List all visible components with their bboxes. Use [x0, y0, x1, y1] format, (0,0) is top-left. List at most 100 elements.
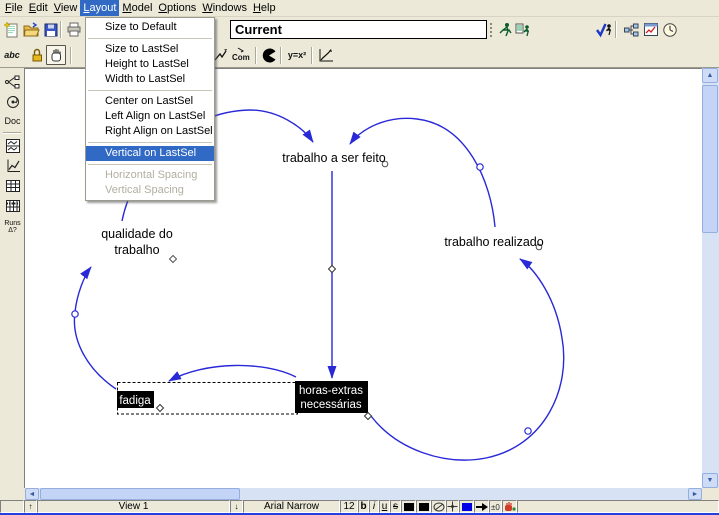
arrow-workdone-to-worktodo[interactable]: [350, 118, 495, 227]
lock-tool[interactable]: [27, 45, 47, 65]
arrow-overtime-to-workdone[interactable]: [371, 259, 564, 460]
status-filler: [517, 500, 719, 513]
menu-edit[interactable]: Edit: [26, 0, 51, 16]
menu-windows[interactable]: Windows: [199, 0, 250, 16]
menu-item-left-align-on-lastsel[interactable]: Left Align on LastSel: [86, 109, 214, 124]
view-down-button[interactable]: ↓: [230, 500, 243, 513]
abc-tool-icon: abc: [4, 50, 20, 60]
font-name-field[interactable]: Arial Narrow: [243, 500, 340, 513]
scroll-left-button[interactable]: ◄: [25, 488, 39, 500]
arrow-fatigue-to-quality[interactable]: [74, 267, 116, 389]
menu-item-width-to-lastsel[interactable]: Width to LastSel: [86, 72, 214, 87]
horizontal-scrollbar[interactable]: ◄ ►: [25, 488, 702, 500]
node-trabalho-a-ser-feito[interactable]: trabalho a ser feito: [282, 151, 386, 165]
crosshair-icon: [447, 501, 458, 512]
simulate-setup-button[interactable]: [513, 20, 533, 40]
node-horas-extras-line2[interactable]: necessárias: [300, 399, 362, 411]
text-color-swatch[interactable]: [401, 500, 416, 513]
new-model-button[interactable]: [2, 20, 22, 40]
node-qualidade-line2[interactable]: trabalho: [114, 243, 159, 257]
arrow-color-swatch[interactable]: [459, 500, 474, 513]
node-handle-diamond[interactable]: [157, 405, 164, 412]
shape-icon: [433, 502, 445, 512]
strip-graph-icon: [5, 138, 21, 154]
variable-tool[interactable]: abc: [2, 45, 22, 65]
table-icon: [5, 178, 21, 194]
runs-compare-button[interactable]: Runs Δ?: [2, 216, 23, 238]
delete-tool[interactable]: [259, 45, 279, 65]
menu-view[interactable]: View: [51, 0, 81, 16]
table-button[interactable]: [2, 176, 23, 195]
font-size-field[interactable]: 12: [340, 500, 358, 513]
menu-item-horizontal-spacing[interactable]: Horizontal Spacing: [86, 168, 214, 183]
menu-separator: [88, 38, 212, 39]
hscroll-thumb[interactable]: [40, 488, 240, 500]
menu-item-size-to-default[interactable]: Size to Default: [86, 20, 214, 35]
uses-tree-button[interactable]: [2, 92, 23, 111]
time-axis-button[interactable]: [660, 20, 680, 40]
polarity-selector[interactable]: ±0: [489, 500, 502, 513]
shadow-variable-tool[interactable]: [212, 45, 232, 65]
clock-icon: [662, 22, 678, 38]
dataset-combo[interactable]: [230, 20, 487, 39]
underline-button[interactable]: u: [379, 500, 390, 513]
menu-layout[interactable]: Layout: [80, 0, 119, 16]
causes-strip-button[interactable]: [2, 136, 23, 155]
comment-tool[interactable]: Com: [230, 45, 252, 65]
toolbar-separator: [280, 47, 282, 64]
menu-help[interactable]: Help: [250, 0, 279, 16]
italic-button[interactable]: i: [369, 500, 379, 513]
hand-icon: [48, 47, 64, 63]
strikethrough-button[interactable]: s: [390, 500, 401, 513]
arrow-overtime-to-fatigue[interactable]: [169, 365, 296, 381]
node-trabalho-realizado[interactable]: trabalho realizado: [444, 235, 543, 249]
menu-item-size-to-lastsel[interactable]: Size to LastSel: [86, 42, 214, 57]
menu-item-height-to-lastsel[interactable]: Height to LastSel: [86, 57, 214, 72]
equations-tool[interactable]: y=x²: [285, 45, 309, 65]
vscroll-thumb[interactable]: [702, 85, 718, 233]
vertical-scrollbar[interactable]: ▲ ▼: [702, 68, 719, 488]
node-handle-diamond[interactable]: [365, 413, 372, 420]
scroll-down-button[interactable]: ▼: [702, 473, 718, 488]
position-selector[interactable]: [446, 500, 459, 513]
arrow-handle-diamond[interactable]: [329, 266, 336, 273]
arrow-width-selector[interactable]: [474, 500, 489, 513]
reference-mode-tool[interactable]: [316, 45, 336, 65]
model-structure-button[interactable]: [621, 20, 641, 40]
simulate-button[interactable]: [495, 20, 515, 40]
node-qualidade-line1[interactable]: qualidade do: [101, 227, 173, 241]
graph-button[interactable]: [2, 156, 23, 175]
table-time-button[interactable]: [2, 196, 23, 215]
node-horas-extras-line1[interactable]: horas-extras: [299, 385, 363, 397]
scroll-up-button[interactable]: ▲: [702, 68, 718, 83]
down-arrow-icon: ↓: [235, 502, 239, 511]
save-model-button[interactable]: [41, 20, 61, 40]
arc-handle[interactable]: [525, 428, 531, 434]
shape-selector[interactable]: [431, 500, 446, 513]
view-up-button[interactable]: ↑: [24, 500, 37, 513]
menu-item-vertical-spacing[interactable]: Vertical Spacing: [86, 183, 214, 198]
node-handle-diamond[interactable]: [170, 256, 177, 263]
delay-marker-selector[interactable]: [502, 500, 517, 513]
arc-handle[interactable]: [72, 311, 78, 317]
menu-model[interactable]: Model: [119, 0, 155, 16]
menu-options[interactable]: Options: [155, 0, 199, 16]
causes-tree-button[interactable]: [2, 72, 23, 91]
document-button[interactable]: Doc: [2, 112, 23, 131]
menu-file[interactable]: File: [2, 0, 26, 16]
check-syntax-button[interactable]: [594, 20, 614, 40]
print-button[interactable]: [64, 20, 84, 40]
chart-window-icon: [643, 22, 659, 38]
arc-handle[interactable]: [477, 164, 483, 170]
open-model-button[interactable]: [21, 20, 41, 40]
menu-item-right-align-on-lastsel[interactable]: Right Align on LastSel: [86, 124, 214, 139]
output-windows-button[interactable]: [641, 20, 661, 40]
bold-button[interactable]: b: [358, 500, 369, 513]
box-color-swatch[interactable]: [416, 500, 431, 513]
view-name-field[interactable]: View 1: [37, 500, 230, 513]
menu-item-center-on-lastsel[interactable]: Center on LastSel: [86, 94, 214, 109]
menu-item-vertical-on-lastsel[interactable]: Vertical on LastSel: [86, 146, 214, 161]
scroll-right-button[interactable]: ►: [688, 488, 702, 500]
move-size-tool[interactable]: [46, 45, 66, 65]
node-fadiga-label[interactable]: fadiga: [119, 395, 151, 407]
